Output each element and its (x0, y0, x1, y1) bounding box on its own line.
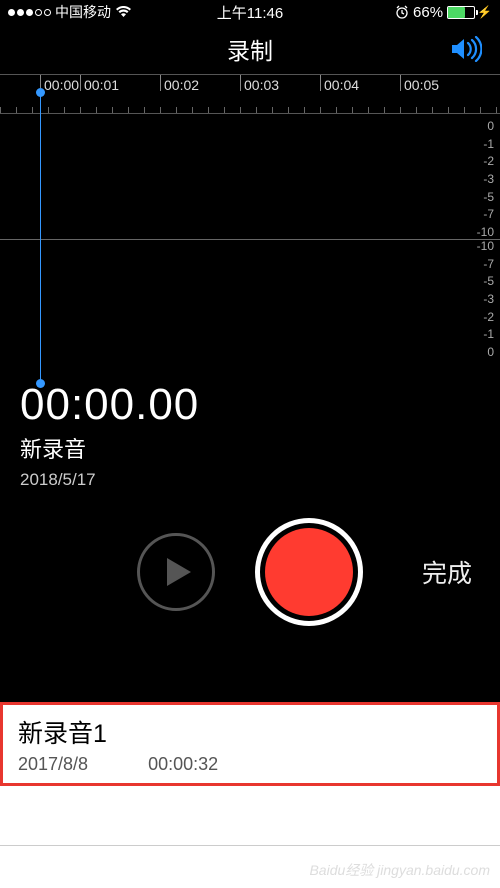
controls-bar: 完成 (0, 494, 500, 656)
db-scale-top: 0-1-2-3-5-7-10 (477, 120, 494, 240)
recordings-list: 新录音1 2017/8/8 00:00:32 (0, 702, 500, 846)
recording-item-title: 新录音1 (18, 714, 482, 750)
wifi-icon (115, 6, 132, 18)
page-title: 录制 (227, 32, 273, 66)
ruler-tick: 00:03 (244, 77, 279, 93)
waveform-area[interactable]: 0-1-2-3-5-7-10 -10-7-5-3-2-10 (0, 114, 500, 366)
alarm-icon (395, 5, 409, 19)
ruler-tick: 00:02 (164, 77, 199, 93)
recording-name[interactable]: 新录音 (20, 432, 480, 464)
ruler-tick: 00:01 (84, 77, 119, 93)
done-button[interactable]: 完成 (422, 554, 472, 590)
status-time: 上午11:46 (217, 2, 283, 23)
status-bar: 中国移动 上午11:46 66% ⚡ (0, 0, 500, 24)
playhead[interactable] (40, 92, 41, 384)
record-icon (265, 528, 353, 616)
recording-timer: 00:00.00 (20, 380, 480, 430)
recording-item-date: 2017/8/8 (18, 754, 88, 775)
charging-icon: ⚡ (477, 5, 492, 19)
record-button[interactable] (255, 518, 363, 626)
watermark: Baidu经验 jingyan.baidu.com (309, 860, 490, 880)
list-item[interactable]: 新录音1 2017/8/8 00:00:32 (0, 702, 500, 786)
battery-icon (447, 6, 475, 19)
carrier-label: 中国移动 (55, 2, 111, 22)
speaker-button[interactable] (450, 36, 482, 62)
recording-item-duration: 00:00:32 (148, 754, 218, 775)
ruler-tick: 00:05 (404, 77, 439, 93)
ruler-tick: 00:04 (324, 77, 359, 93)
header: 录制 (0, 24, 500, 74)
db-scale-bottom: -10-7-5-3-2-10 (477, 240, 494, 360)
signal-strength-icon (8, 9, 51, 16)
play-button[interactable] (137, 533, 215, 611)
battery-percent: 66% (413, 4, 443, 21)
time-ruler[interactable]: 00:00 00:01 00:02 00:03 00:04 00:05 (0, 74, 500, 114)
ruler-tick: 00:00 (44, 77, 79, 93)
recording-date: 2018/5/17 (20, 470, 480, 490)
